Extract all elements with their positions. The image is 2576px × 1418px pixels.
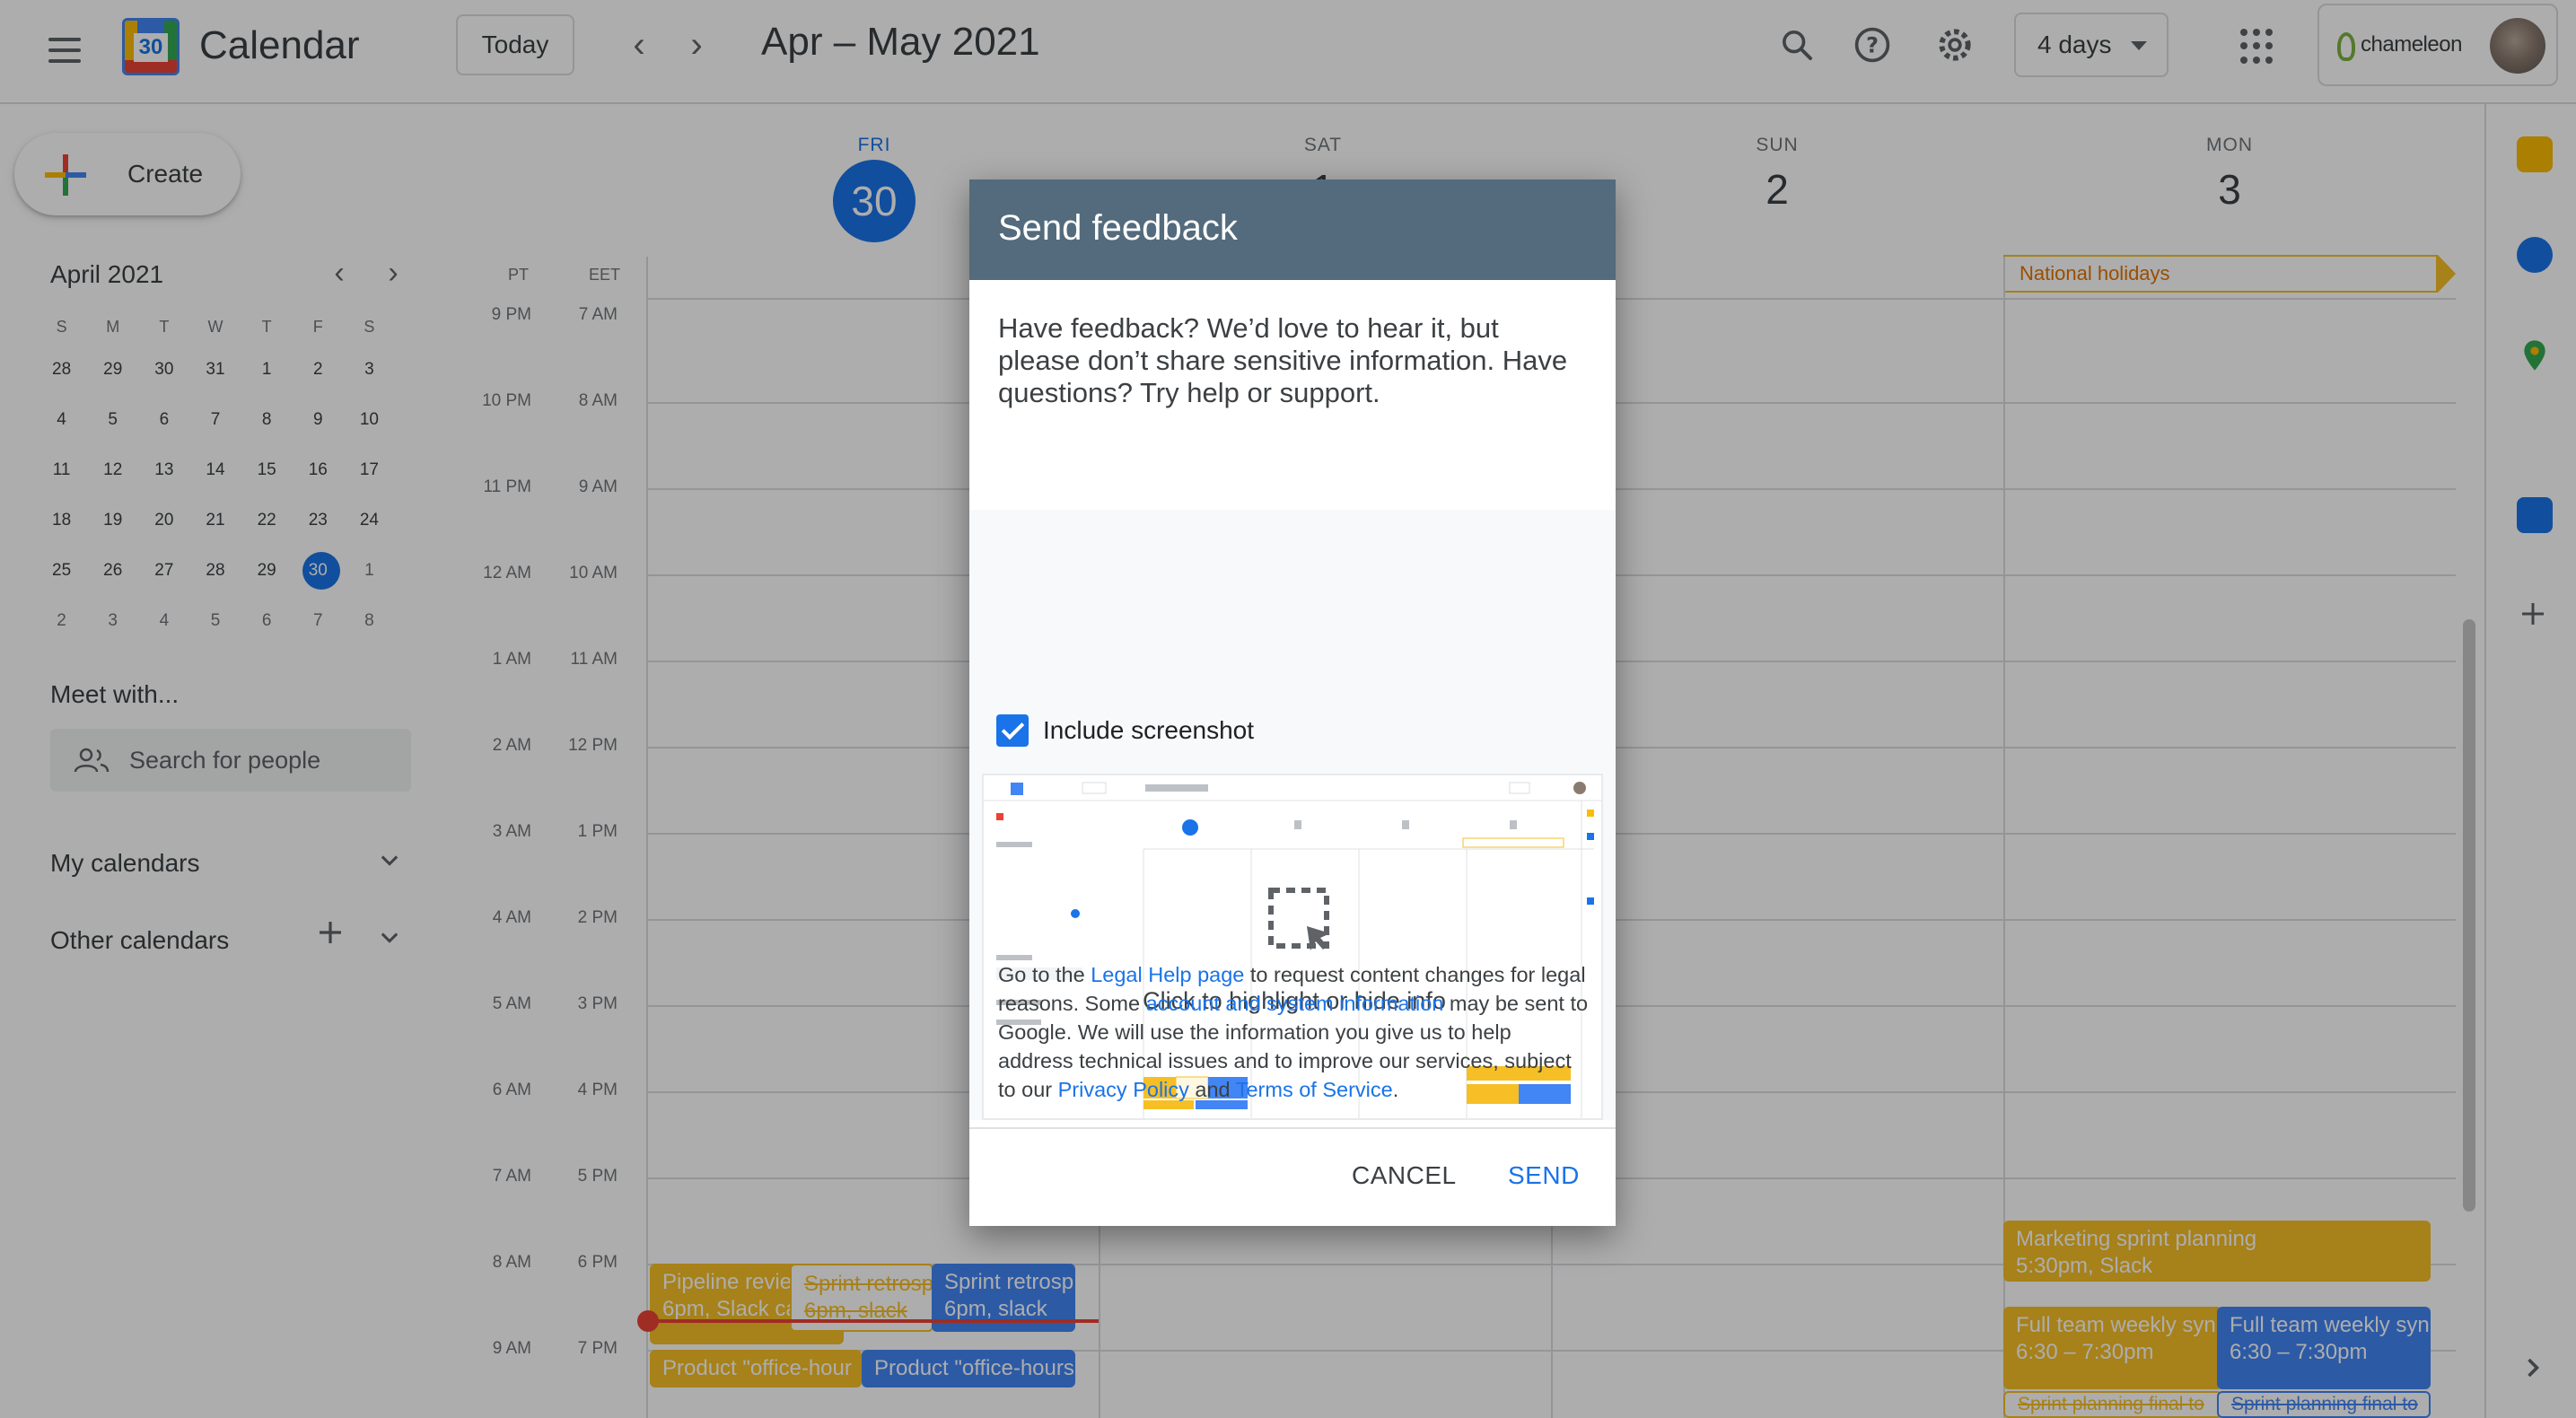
legal-text: Go to the: [998, 963, 1091, 986]
send-button[interactable]: SEND: [1508, 1161, 1580, 1190]
include-screenshot-checkbox[interactable]: [996, 714, 1029, 747]
privacy-policy-link[interactable]: Privacy Policy: [1058, 1078, 1189, 1101]
include-screenshot-row[interactable]: Include screenshot: [996, 714, 1254, 747]
send-feedback-dialog: Send feedback Have feedback? We’d love t…: [969, 179, 1616, 1226]
legal-text: and: [1188, 1078, 1236, 1101]
legal-text: .: [1392, 1078, 1399, 1101]
legal-help-link[interactable]: Legal Help page: [1091, 963, 1244, 986]
dialog-divider: [969, 1127, 1616, 1129]
account-info-link[interactable]: account and system information: [1146, 992, 1444, 1015]
legal-notice: Go to the Legal Help page to request con…: [998, 960, 1590, 1104]
include-screenshot-label: Include screenshot: [1043, 716, 1255, 744]
terms-of-service-link[interactable]: Terms of Service: [1236, 1078, 1393, 1101]
cancel-button[interactable]: CANCEL: [1352, 1161, 1457, 1190]
highlight-select-icon[interactable]: [1267, 887, 1334, 953]
dialog-title: Send feedback: [969, 179, 1616, 280]
